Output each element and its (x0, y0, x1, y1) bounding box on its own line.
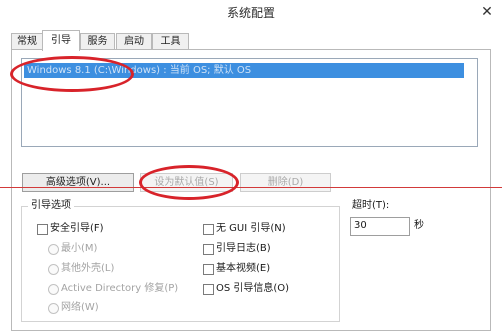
boot-log-label: 引导日志(B) (216, 243, 271, 254)
close-icon[interactable]: ✕ (476, 3, 498, 21)
annotation-circle-set-default (139, 165, 239, 200)
minimal-label: 最小(M) (61, 243, 98, 254)
timeout-unit: 秒 (414, 220, 424, 231)
no-gui-boot-label: 无 GUI 引导(N) (216, 223, 286, 234)
tab-startup[interactable]: 启动 (116, 33, 152, 50)
tab-general[interactable]: 常规 (11, 33, 43, 50)
base-video-checkbox[interactable] (203, 264, 214, 275)
network-radio[interactable] (48, 303, 59, 314)
minimal-radio[interactable] (48, 244, 59, 255)
alternate-shell-radio[interactable] (48, 264, 59, 275)
safe-boot-checkbox[interactable] (37, 224, 48, 235)
system-config-window: 系统配置 ✕ 常规 引导 服务 启动 工具 Windows 8.1 (C:\Wi… (0, 0, 502, 332)
network-label: 网络(W) (61, 302, 99, 313)
timeout-value: 30 (354, 220, 367, 231)
window-title: 系统配置 (226, 6, 275, 20)
annotation-circle-os-entry (10, 56, 134, 92)
alternate-shell-label: 其他外壳(L) (61, 263, 115, 274)
delete-button[interactable]: 删除(D) (240, 173, 331, 192)
annotation-red-line (0, 187, 502, 188)
tab-services[interactable]: 服务 (80, 33, 115, 50)
os-boot-info-checkbox[interactable] (203, 284, 214, 295)
boot-log-checkbox[interactable] (203, 244, 214, 255)
os-boot-info-label: OS 引导信息(O) (216, 283, 290, 294)
timeout-label: 超时(T): (352, 200, 390, 211)
tab-tools[interactable]: 工具 (152, 33, 189, 50)
ad-repair-radio[interactable] (48, 284, 59, 295)
tab-boot[interactable]: 引导 (42, 30, 80, 51)
base-video-label: 基本视频(E) (216, 263, 271, 274)
ad-repair-label: Active Directory 修复(P) (61, 283, 179, 294)
boot-options-label: 引导选项 (28, 199, 74, 213)
safe-boot-label: 安全引导(F) (50, 223, 104, 234)
no-gui-boot-checkbox[interactable] (203, 224, 214, 235)
advanced-options-button[interactable]: 高级选项(V)... (22, 173, 134, 192)
